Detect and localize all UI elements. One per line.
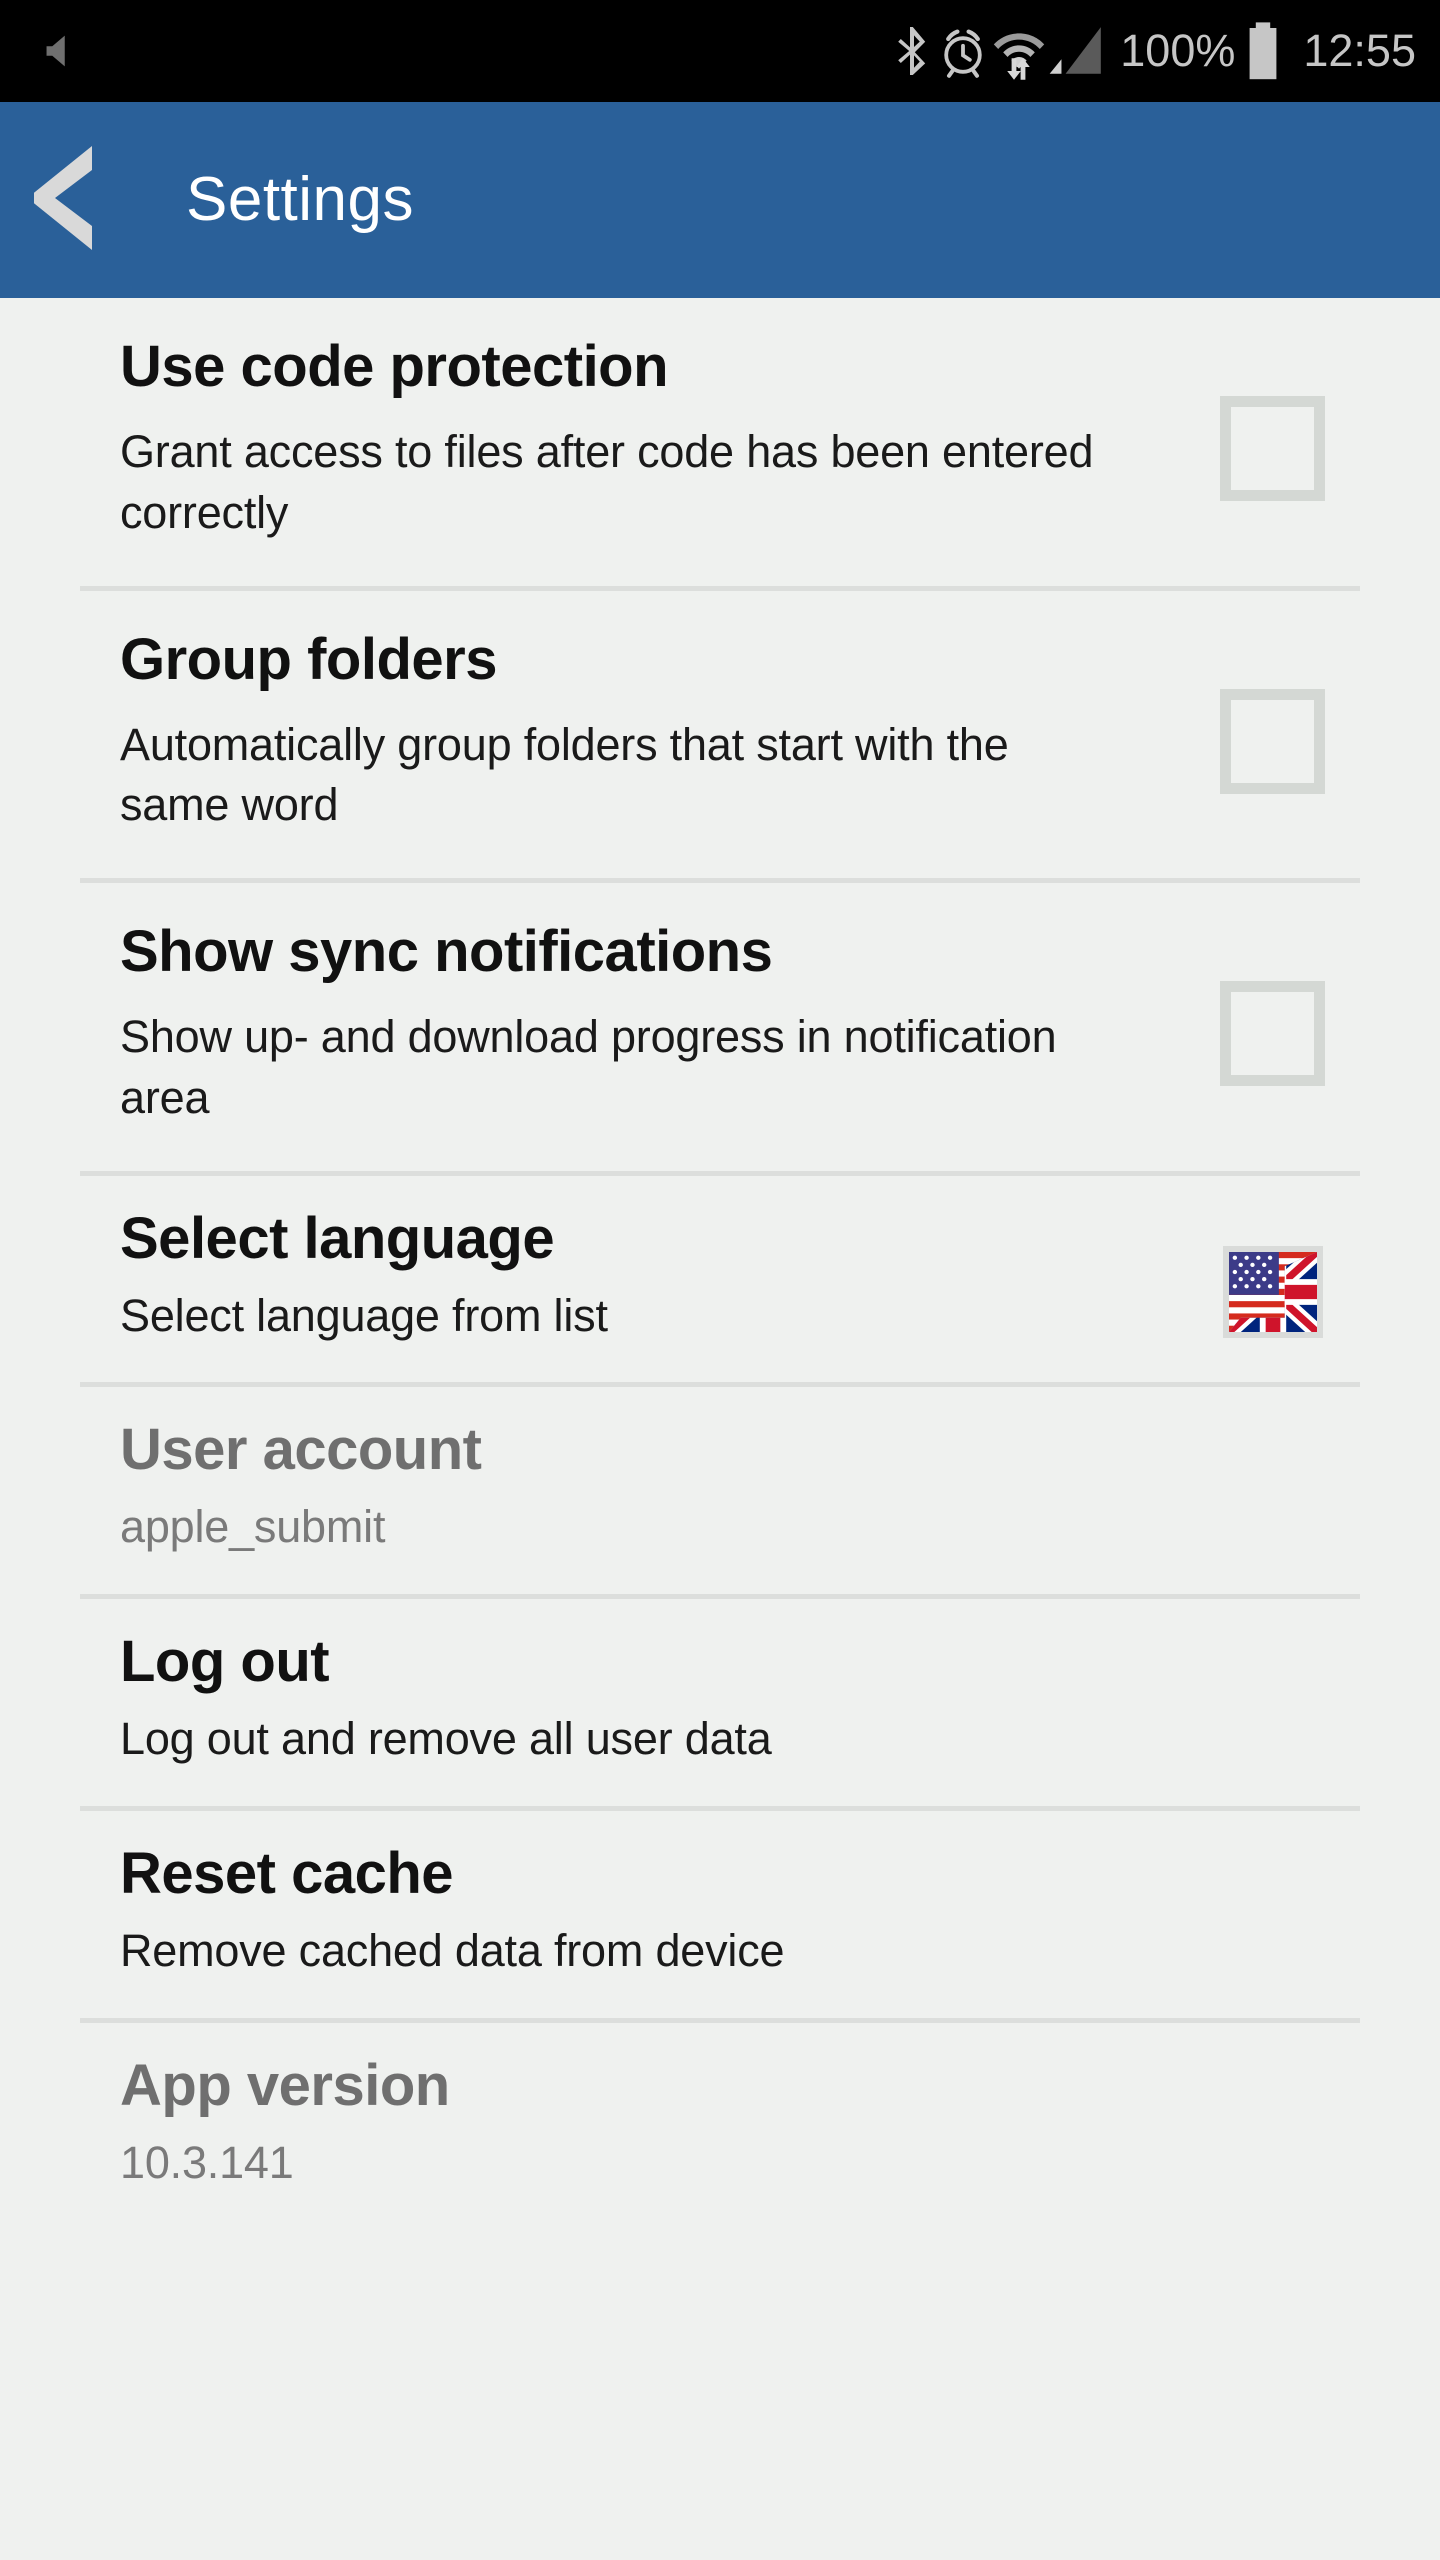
checkbox-use-code-protection[interactable] [1220,396,1325,501]
setting-row-select-language[interactable]: Select language Select language from lis… [0,1176,1440,1383]
row-accessory [1185,923,1360,1086]
setting-row-log-out[interactable]: Log out Log out and remove all user data [0,1599,1440,1806]
status-bar: 100% 12:55 [0,0,1440,102]
setting-row-reset-cache[interactable]: Reset cache Remove cached data from devi… [0,1811,1440,2018]
app-bar: Settings [0,102,1440,298]
bluetooth-icon [888,21,936,81]
alarm-clock-icon [936,21,990,81]
setting-subtitle: Select language from list [120,1289,608,1341]
setting-title: App version [120,2052,450,2118]
setting-subtitle: Remove cached data from device [120,1924,785,1976]
status-bar-clock: 12:55 [1303,25,1416,76]
setting-title: Show sync notifications [120,919,773,984]
row-text: Show sync notifications Show up- and dow… [120,923,1185,1129]
back-button[interactable] [0,102,130,298]
row-text: App version 10.3.141 [120,2052,1185,2194]
setting-title: Use code protection [120,334,669,399]
setting-subtitle: Show up- and download progress in notifi… [120,1011,1057,1123]
setting-title: Log out [120,1629,330,1694]
us-uk-flag-icon[interactable] [1222,1245,1323,1338]
chevron-left-icon [32,145,98,255]
battery-full-icon [1243,21,1283,81]
row-text: Reset cache Remove cached data from devi… [120,1840,1185,1982]
row-text: Log out Log out and remove all user data [120,1633,1185,1770]
setting-subtitle: Grant access to files after code has bee… [120,426,1094,538]
row-text: Select language Select language from lis… [120,1205,1185,1347]
setting-subtitle: Log out and remove all user data [120,1713,772,1764]
setting-row-group-folders[interactable]: Group folders Automatically group folder… [0,591,1440,879]
row-accessory [1185,338,1360,501]
setting-row-use-code-protection[interactable]: Use code protection Grant access to file… [0,298,1440,586]
row-text: Use code protection Grant access to file… [120,338,1185,544]
setting-title: Reset cache [120,1840,454,1906]
setting-subtitle: Automatically group folders that start w… [120,718,1009,831]
battery-percent-label: 100% [1120,25,1236,76]
row-text: Group folders Automatically group folder… [120,626,1185,837]
setting-row-user-account: User account apple_submit [0,1387,1440,1594]
flag-artwork [1228,1251,1317,1332]
setting-row-app-version: App version 10.3.141 [0,2023,1440,2230]
row-text: User account apple_submit [120,1421,1185,1558]
row-accessory [1185,1210,1360,1338]
page-title: Settings [186,165,415,234]
setting-title: Group folders [120,626,497,692]
setting-title: User account [120,1417,482,1483]
checkbox-show-sync-notifications[interactable] [1220,981,1325,1086]
status-bar-right: 100% 12:55 [888,21,1422,81]
status-bar-left [0,21,82,81]
cellular-signal-icon [1048,21,1106,81]
volume-mute-icon [36,21,82,81]
setting-row-show-sync-notifications[interactable]: Show sync notifications Show up- and dow… [0,883,1440,1171]
checkbox-group-folders[interactable] [1220,688,1325,794]
setting-title: Select language [120,1205,555,1271]
setting-value: 10.3.141 [120,2136,294,2188]
row-accessory [1185,631,1360,794]
settings-list: Use code protection Grant access to file… [0,298,1440,2230]
wifi-transfer-icon [990,21,1048,81]
setting-value: apple_submit [120,1501,386,1553]
